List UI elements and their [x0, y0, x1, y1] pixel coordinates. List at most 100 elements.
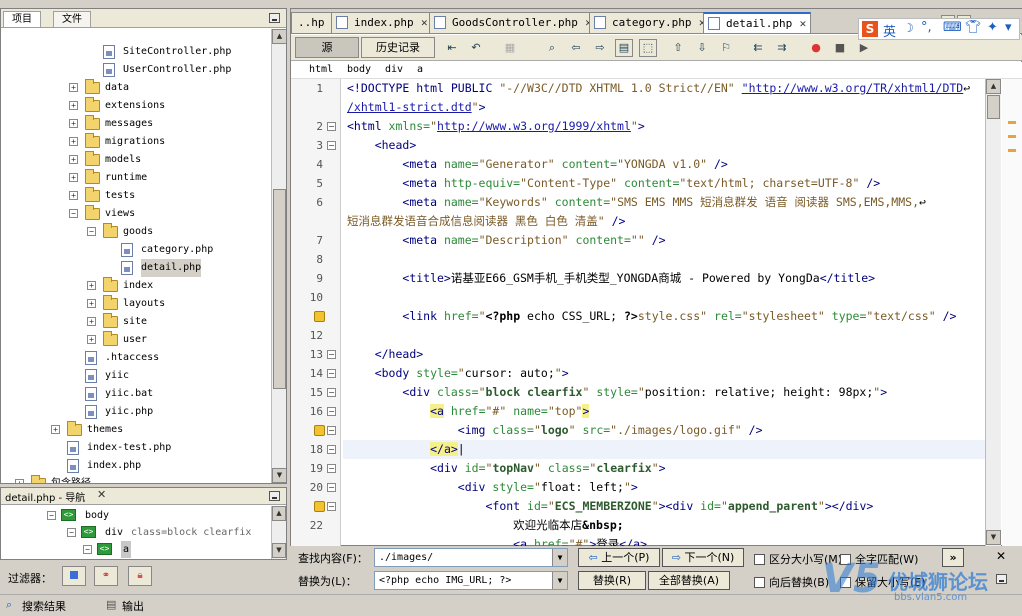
ime-toolbar[interactable]: S 英 ☽ °, ⌨ 👕︎ ✦ ▾ [858, 18, 1020, 40]
expand-icon[interactable]: + [87, 335, 96, 344]
fold-marker-icon[interactable]: − [327, 122, 336, 131]
breadcrumb-div[interactable]: div [385, 64, 403, 75]
menu-icon[interactable]: ▾ [1005, 20, 1012, 35]
tree-item[interactable]: + messages [1, 115, 269, 133]
fold-marker-icon[interactable]: − [327, 445, 336, 454]
collapse-icon[interactable]: − [67, 528, 76, 537]
expand-icon[interactable]: + [87, 299, 96, 308]
shift-right-icon[interactable]: ⇉ [773, 39, 791, 57]
fold-marker-icon[interactable]: − [327, 426, 336, 435]
tree-item[interactable]: + extensions [1, 97, 269, 115]
filter-link-icon[interactable]: ⚭ [94, 566, 118, 586]
punctuation-icon[interactable]: °, [921, 20, 932, 35]
scroll-up-icon[interactable]: ▲ [272, 506, 286, 521]
find-previous-button[interactable]: ⇦ 上一个(P) [578, 548, 660, 567]
expand-icon[interactable]: + [69, 119, 78, 128]
tree-item[interactable]: yiic [1, 367, 269, 385]
record-macro-icon[interactable]: ● [807, 39, 825, 57]
tree-item[interactable]: + site [1, 313, 269, 331]
expand-icon[interactable]: + [87, 317, 96, 326]
expand-icon[interactable]: + [69, 83, 78, 92]
play-macro-icon[interactable]: ▶ [855, 39, 873, 57]
editor-tab[interactable]: index.php ✕ [331, 12, 433, 33]
collapse-icon[interactable]: − [69, 209, 78, 218]
tree-item[interactable]: detail.php [1, 259, 269, 277]
chevron-down-icon[interactable]: ▼ [552, 549, 567, 566]
fold-marker-icon[interactable]: − [327, 483, 336, 492]
scroll-down-icon[interactable]: ▼ [986, 530, 1001, 545]
expand-icon[interactable]: + [51, 425, 60, 434]
expand-icon[interactable]: + [87, 281, 96, 290]
fold-marker-icon[interactable]: − [327, 369, 336, 378]
tree-item[interactable]: + data [1, 79, 269, 97]
forward-icon[interactable]: ▦ [501, 39, 519, 57]
expand-icon[interactable]: + [69, 191, 78, 200]
tree-item[interactable]: − goods [1, 223, 269, 241]
scroll-thumb[interactable] [273, 189, 286, 389]
tree-item[interactable]: + models [1, 151, 269, 169]
sogou-icon[interactable]: S [862, 21, 878, 37]
tree-item[interactable]: index.php [1, 457, 269, 475]
tree-item[interactable]: + migrations [1, 133, 269, 151]
backwards-checkbox[interactable]: 向后替换(B) [754, 574, 829, 590]
replace-input[interactable]: <?php echo IMG_URL; ?> ▼ [374, 571, 568, 590]
prev-bookmark-icon[interactable]: ⇧ [669, 39, 687, 57]
filter-square-icon[interactable] [62, 566, 86, 586]
toolbox-icon[interactable]: ✦ [987, 20, 998, 35]
tree-item[interactable]: yiic.php [1, 403, 269, 421]
view-history-button[interactable]: 历史记录 [361, 37, 435, 58]
project-scrollbar[interactable]: ▲ ▼ [271, 29, 286, 483]
find-next-icon[interactable]: ⇨ [591, 39, 609, 57]
breadcrumb-a[interactable]: a [417, 64, 423, 75]
scroll-thumb[interactable] [987, 95, 1000, 119]
marker-bar[interactable] [1002, 79, 1022, 547]
close-icon[interactable]: ✕ [97, 488, 106, 501]
scroll-up-icon[interactable]: ▲ [986, 79, 1001, 94]
skin-icon[interactable]: 👕︎ [965, 20, 982, 35]
find-input[interactable]: ./images/ ▼ [374, 548, 568, 567]
tree-item[interactable]: index-test.php [1, 439, 269, 457]
scroll-up-icon[interactable]: ▲ [272, 29, 286, 44]
fold-marker-icon[interactable]: − [327, 350, 336, 359]
replace-all-button[interactable]: 全部替换(A) [648, 571, 730, 590]
scroll-down-icon[interactable]: ▼ [272, 468, 286, 483]
tree-item[interactable]: + layouts [1, 295, 269, 313]
tree-item[interactable]: UserController.php [1, 61, 269, 79]
collapse-icon[interactable]: − [87, 227, 96, 236]
tree-item[interactable]: .htaccess [1, 349, 269, 367]
fold-marker-icon[interactable]: − [327, 464, 336, 473]
toggle-highlight-icon[interactable]: ▤ [615, 39, 633, 57]
expand-icon[interactable]: + [69, 173, 78, 182]
expand-icon[interactable]: + [69, 155, 78, 164]
tree-item[interactable]: + user [1, 331, 269, 349]
tree-item[interactable]: SiteController.php [1, 43, 269, 61]
minimize-icon[interactable] [269, 491, 280, 501]
editor-tab-active[interactable]: detail.php ✕ [703, 12, 812, 33]
fold-marker-icon[interactable]: − [327, 502, 336, 511]
search-results-tab[interactable]: 搜索结果 [22, 598, 66, 614]
moon-icon[interactable]: ☽ [903, 21, 914, 35]
warning-marker[interactable] [1008, 149, 1016, 152]
editor-tab[interactable]: category.php✕ [589, 12, 711, 33]
tree-item[interactable]: yiic.bat [1, 385, 269, 403]
chevron-down-icon[interactable]: ▼ [552, 572, 567, 589]
next-bookmark-icon[interactable]: ⇩ [693, 39, 711, 57]
output-tab[interactable]: 输出 [122, 598, 144, 614]
fold-marker-icon[interactable]: − [327, 388, 336, 397]
view-source-button[interactable]: 源 [295, 37, 359, 58]
warning-icon[interactable] [314, 311, 325, 322]
rect-select-icon[interactable]: ⬚ [639, 39, 657, 57]
ime-mode[interactable]: 英 [883, 21, 896, 40]
scroll-down-icon[interactable]: ▼ [272, 543, 286, 558]
navigator-scrollbar[interactable]: ▲ ▼ [271, 506, 286, 559]
toggle-bookmark-icon[interactable]: ⚐ [717, 39, 735, 57]
shift-left-icon[interactable]: ⇇ [749, 39, 767, 57]
warning-marker[interactable] [1008, 135, 1016, 138]
close-icon[interactable]: ✕ [421, 13, 428, 32]
tree-item[interactable]: + tests [1, 187, 269, 205]
expand-icon[interactable]: + [69, 101, 78, 110]
fold-marker-icon[interactable]: − [327, 141, 336, 150]
tree-item[interactable]: + 包含路径 [1, 475, 269, 483]
search-icon[interactable]: ⌕ [543, 39, 561, 57]
replace-button[interactable]: 替换(R) [578, 571, 646, 590]
